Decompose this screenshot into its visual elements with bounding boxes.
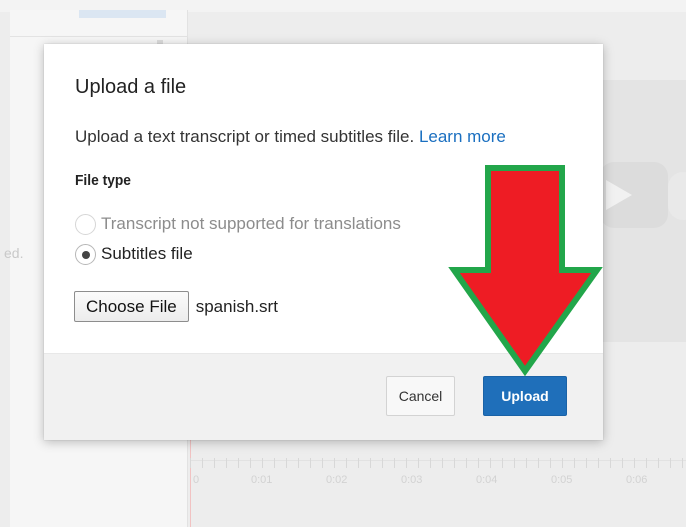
choose-file-button[interactable]: Choose File [74, 291, 189, 322]
timeline-label: 0:06 [626, 474, 648, 486]
timeline-label: 0:04 [476, 474, 498, 486]
playhead-line [190, 438, 191, 527]
radio-label-transcript: Transcript not supported for translation… [101, 214, 401, 233]
timeline-label: 0:02 [326, 474, 348, 486]
timeline-labels: 0 0:01 0:02 0:03 0:04 0:05 0:06 [193, 474, 686, 488]
radio-option-subtitles[interactable]: Subtitles file [75, 243, 193, 265]
upload-button[interactable]: Upload [483, 376, 567, 416]
play-icon [606, 180, 632, 210]
radio-button-subtitles[interactable] [75, 243, 96, 265]
learn-more-link[interactable]: Learn more [419, 127, 506, 146]
screen: ed. 0 0:01 0:02 0:03 0:04 0:05 0:06 Uplo… [0, 0, 686, 527]
active-tab-indicator [79, 10, 166, 18]
radio-option-transcript[interactable]: Transcript not supported for translation… [75, 213, 401, 235]
file-picker: Choose File spanish.srt [74, 291, 278, 322]
radio-label-subtitles: Subtitles file [101, 244, 193, 263]
dialog-description: Upload a text transcript or timed subtit… [75, 127, 506, 147]
background-text: ed. [4, 245, 24, 261]
radio-button-transcript[interactable] [75, 213, 96, 235]
upload-file-dialog: Upload a file Upload a text transcript o… [44, 44, 603, 440]
timeline-ticks [190, 458, 686, 468]
selected-file-name: spanish.srt [195, 296, 278, 316]
dialog-footer: Cancel Upload [44, 353, 603, 440]
dialog-title: Upload a file [75, 76, 187, 98]
left-panel-divider [10, 36, 188, 37]
timeline-label: 0:05 [551, 474, 573, 486]
timeline-label: 0:01 [251, 474, 273, 486]
cancel-button[interactable]: Cancel [386, 376, 455, 416]
timeline-label: 0 [193, 474, 200, 486]
timeline-label: 0:03 [401, 474, 423, 486]
player-control[interactable] [668, 172, 686, 220]
file-type-label: File type [75, 172, 131, 189]
description-text: Upload a text transcript or timed subtit… [75, 127, 415, 146]
